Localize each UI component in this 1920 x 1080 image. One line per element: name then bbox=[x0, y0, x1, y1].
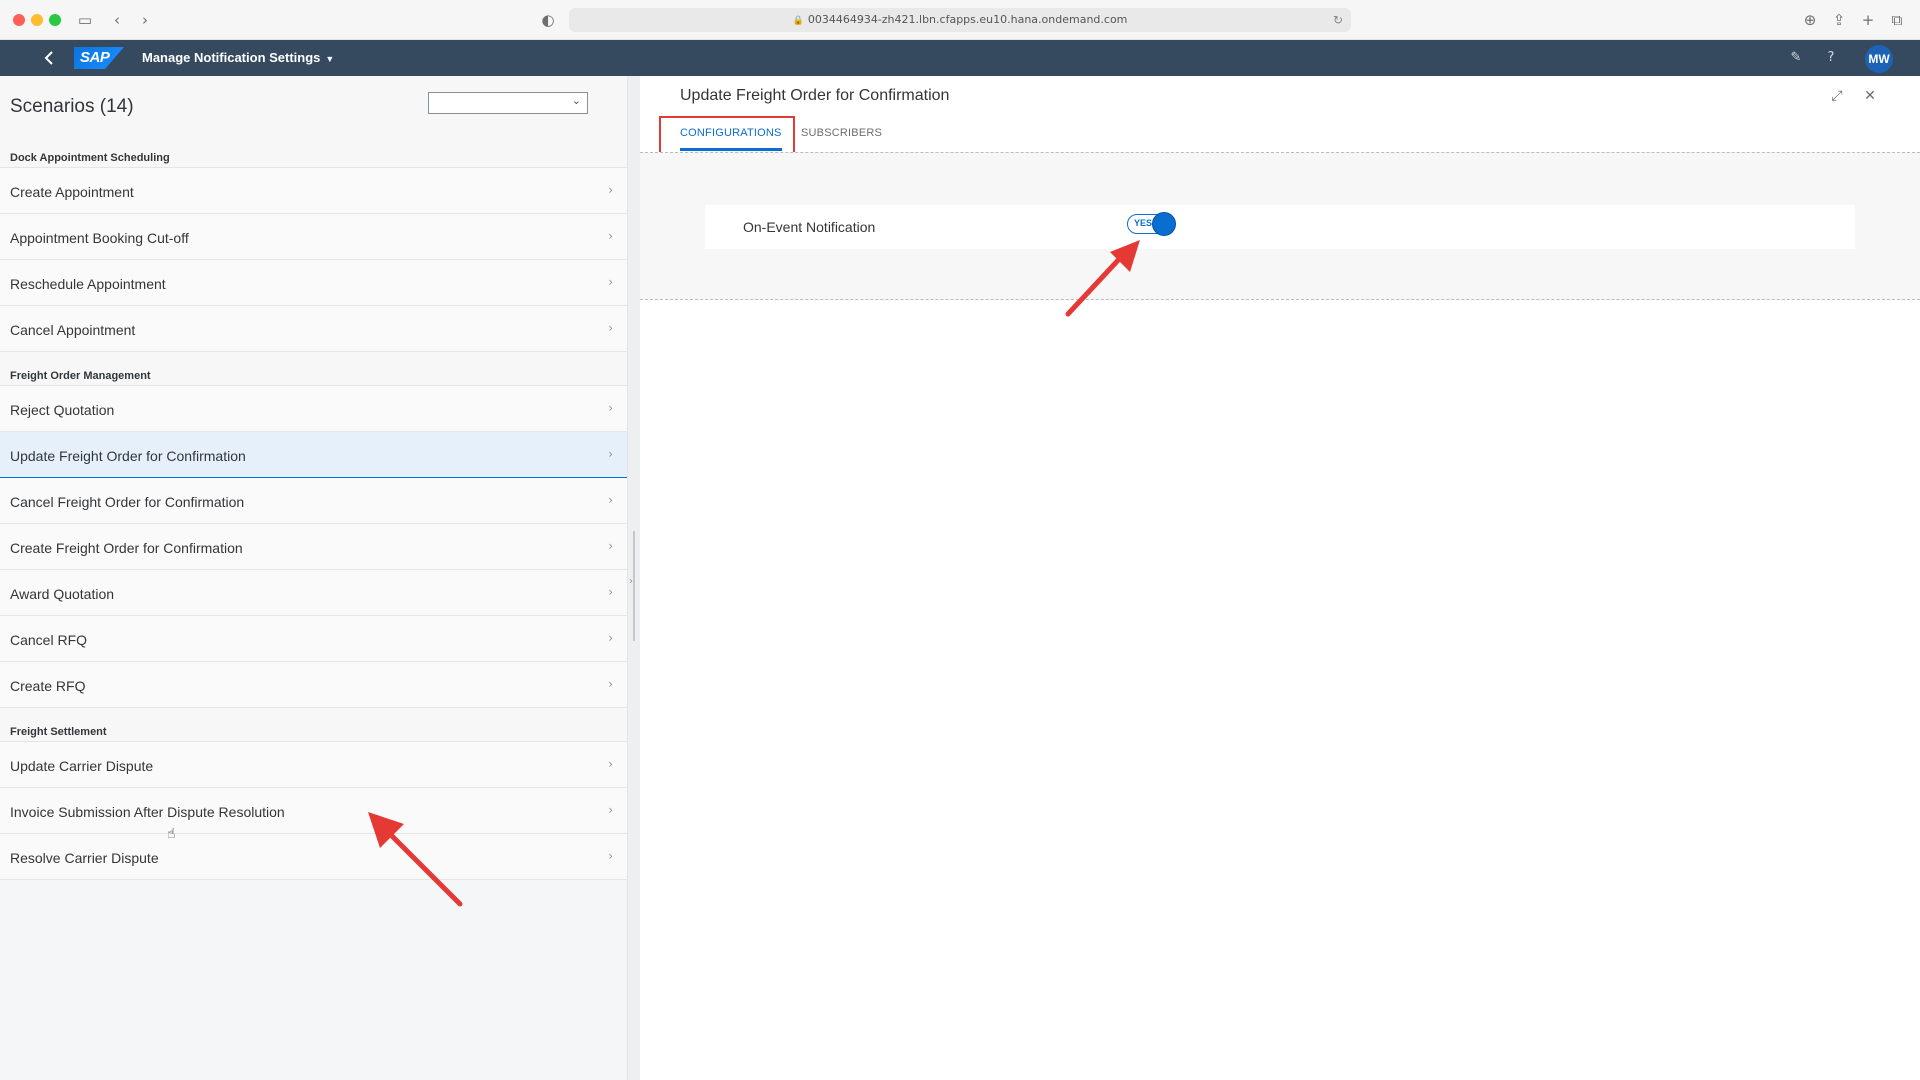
list-item[interactable]: Invoice Submission After Dispute Resolut… bbox=[0, 788, 627, 834]
splitter[interactable]: › bbox=[628, 76, 640, 1080]
list-item[interactable]: Create Appointment › bbox=[0, 168, 627, 214]
lock-icon: 🔒 bbox=[792, 16, 804, 26]
expand-icon[interactable]: ⤢ bbox=[1827, 86, 1847, 106]
list-item[interactable]: Appointment Booking Cut-off › bbox=[0, 214, 627, 260]
scenario-list-panel: Scenarios (14) ⌄ Dock Appointment Schedu… bbox=[0, 76, 628, 1080]
caret-down-icon: ▼ bbox=[325, 54, 335, 64]
chevron-right-icon: › bbox=[608, 401, 613, 415]
list-item-label: Reject Quotation bbox=[10, 402, 115, 418]
detail-panel: Update Freight Order for Confirmation ⤢ … bbox=[640, 76, 1920, 1080]
tab-subscribers[interactable]: SUBSCRIBERS bbox=[801, 127, 882, 148]
chevron-right-icon: › bbox=[608, 183, 613, 197]
filter-select[interactable]: ⌄ bbox=[428, 92, 588, 114]
config-row: On-Event Notification YES bbox=[705, 205, 1855, 249]
sap-logo[interactable]: SAP bbox=[74, 47, 124, 69]
avatar[interactable]: MW bbox=[1865, 45, 1893, 73]
list-item[interactable]: Update Freight Order for Confirmation › bbox=[0, 432, 627, 478]
annotation-arrow-toggle bbox=[1065, 240, 1140, 317]
maximize-window-button[interactable] bbox=[49, 14, 61, 26]
shield-icon[interactable]: ◐ bbox=[538, 10, 558, 30]
list-item-label: Reschedule Appointment bbox=[10, 276, 166, 292]
hand-cursor-icon: ☝ bbox=[167, 826, 176, 842]
toggle-knob bbox=[1152, 212, 1176, 236]
detail-title: Update Freight Order for Confirmation bbox=[680, 87, 950, 104]
list-item-label: Create Appointment bbox=[10, 184, 134, 200]
list-item-label: Cancel RFQ bbox=[10, 632, 88, 648]
on-event-notification-toggle[interactable]: YES bbox=[1127, 212, 1176, 236]
list-item[interactable]: Cancel Appointment › bbox=[0, 306, 627, 352]
list-item[interactable]: Award Quotation › bbox=[0, 570, 627, 616]
detail-header: Update Freight Order for Confirmation ⤢ … bbox=[640, 76, 1920, 160]
group-header: Freight Order Management bbox=[0, 352, 627, 386]
chevron-right-icon: › bbox=[608, 229, 613, 243]
chevron-right-icon[interactable]: › bbox=[629, 576, 633, 587]
list-item[interactable]: Update Carrier Dispute › bbox=[0, 742, 627, 788]
chevron-right-icon: › bbox=[608, 447, 613, 461]
reload-icon[interactable]: ↻ bbox=[1333, 8, 1343, 32]
address-bar[interactable]: 🔒 0034464934-zh421.lbn.cfapps.eu10.hana.o… bbox=[569, 8, 1351, 32]
chevron-down-icon: ⌄ bbox=[571, 94, 581, 107]
chevron-right-icon: › bbox=[608, 493, 613, 507]
list-item[interactable]: Create Freight Order for Confirmation › bbox=[0, 524, 627, 570]
close-window-button[interactable] bbox=[13, 14, 25, 26]
list-item[interactable]: Cancel Freight Order for Confirmation › bbox=[0, 478, 627, 524]
list-item-label: Cancel Freight Order for Confirmation bbox=[10, 494, 245, 510]
chevron-right-icon: › bbox=[608, 585, 613, 599]
plus-icon[interactable]: + bbox=[1858, 10, 1878, 30]
list-item-label: Update Freight Order for Confirmation bbox=[10, 448, 246, 464]
list-item-label: Resolve Carrier Dispute bbox=[10, 850, 159, 866]
chevron-right-icon: › bbox=[608, 677, 613, 691]
notification-icon[interactable]: ✎ bbox=[1786, 48, 1806, 68]
group-header: Freight Settlement bbox=[0, 708, 627, 742]
master-header: Scenarios (14) ⌄ bbox=[0, 76, 627, 134]
app-title-menu[interactable]: Manage Notification Settings ▼ bbox=[142, 50, 334, 65]
chevron-right-icon: › bbox=[608, 757, 613, 771]
chevron-right-icon: › bbox=[608, 849, 613, 863]
url-text: 0034464934-zh421.lbn.cfapps.eu10.hana.on… bbox=[807, 13, 1128, 26]
download-icon[interactable]: ⊕ bbox=[1800, 10, 1820, 30]
splitter-grip[interactable] bbox=[633, 531, 635, 641]
chevron-right-icon: › bbox=[608, 803, 613, 817]
scenario-list: Dock Appointment Scheduling Create Appoin… bbox=[0, 134, 627, 880]
list-item-label: Appointment Booking Cut-off bbox=[10, 230, 189, 246]
list-item-label: Cancel Appointment bbox=[10, 322, 136, 338]
back-icon[interactable]: ‹ bbox=[107, 10, 127, 30]
tabs-icon[interactable]: ⧉ bbox=[1887, 10, 1907, 30]
list-item[interactable]: Reject Quotation › bbox=[0, 386, 627, 432]
shell-back-icon[interactable] bbox=[40, 48, 60, 68]
toggle-text: YES bbox=[1134, 218, 1153, 228]
list-item-label: Invoice Submission After Dispute Resolut… bbox=[10, 804, 285, 820]
list-item[interactable]: Create RFQ › bbox=[0, 662, 627, 708]
configurations-content: On-Event Notification YES bbox=[640, 152, 1920, 300]
scenarios-title: Scenarios (14) bbox=[10, 96, 134, 117]
list-item-label: Award Quotation bbox=[10, 586, 115, 602]
chevron-right-icon: › bbox=[608, 539, 613, 553]
chevron-right-icon: › bbox=[608, 631, 613, 645]
list-item[interactable]: Reschedule Appointment › bbox=[0, 260, 627, 306]
list-item-label: Create RFQ bbox=[10, 678, 86, 694]
minimize-window-button[interactable] bbox=[31, 14, 43, 26]
chevron-right-icon: › bbox=[608, 321, 613, 335]
browser-toolbar: ▭ ‹ › ◐ 🔒 0034464934-zh421.lbn.cfapps.eu1… bbox=[0, 0, 1920, 40]
annotation-arrow-list bbox=[368, 812, 463, 907]
forward-icon[interactable]: › bbox=[135, 10, 155, 30]
chevron-right-icon: › bbox=[608, 275, 613, 289]
close-icon[interactable]: ✕ bbox=[1860, 86, 1880, 106]
sidebar-icon[interactable]: ▭ bbox=[75, 10, 95, 30]
shell-bar: SAP Manage Notification Settings ▼ ✎ ? MW bbox=[0, 40, 1920, 76]
help-icon[interactable]: ? bbox=[1821, 48, 1841, 68]
list-item[interactable]: Cancel RFQ › bbox=[0, 616, 627, 662]
share-icon[interactable]: ⇪ bbox=[1829, 10, 1849, 30]
list-item-label: Create Freight Order for Confirmation bbox=[10, 540, 243, 556]
list-item-label: Update Carrier Dispute bbox=[10, 758, 154, 774]
config-label: On-Event Notification bbox=[743, 219, 876, 235]
group-header: Dock Appointment Scheduling bbox=[0, 134, 627, 168]
list-item[interactable]: Resolve Carrier Dispute › bbox=[0, 834, 627, 880]
app-title: Manage Notification Settings bbox=[142, 50, 321, 65]
